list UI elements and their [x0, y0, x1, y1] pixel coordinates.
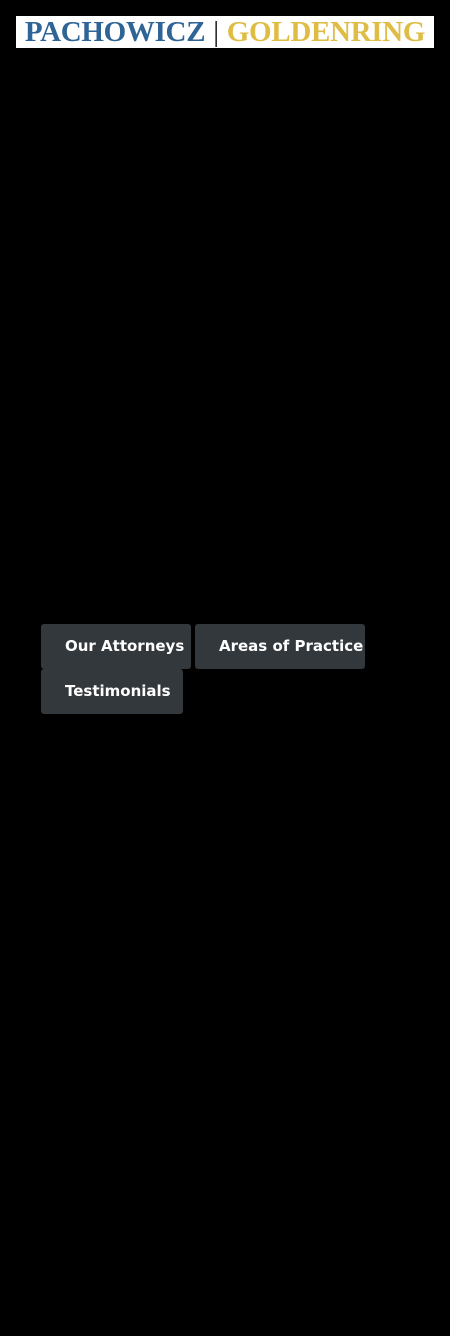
logo-name-pachowicz: PACHOWICZ	[24, 16, 206, 48]
logo-separator: |	[213, 16, 219, 48]
nav-button-testimonials[interactable]: Testimonials	[41, 669, 183, 714]
site-logo[interactable]: PACHOWICZ | GOLDENRING	[16, 16, 434, 48]
logo-wordmark: PACHOWICZ | GOLDENRING	[24, 16, 426, 48]
nav-button-areas-of-practice[interactable]: Areas of Practice	[195, 624, 365, 669]
nav-button-our-attorneys[interactable]: Our Attorneys	[41, 624, 191, 669]
logo-name-goldenring: GOLDENRING	[226, 16, 426, 48]
